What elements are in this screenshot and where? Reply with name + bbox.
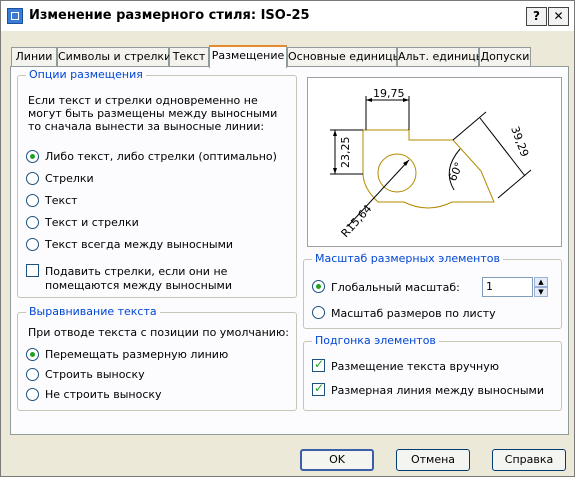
preview-label-right: 39,29 [508,125,531,159]
radio-layout-scale[interactable] [312,306,325,319]
window-title: Изменение размерного стиля: ISO-25 [29,8,310,23]
dim-line-between-label[interactable]: Размерная линия между выносными [331,384,544,397]
preview-label-radius: R15,64 [339,202,375,240]
radio-label-either[interactable]: Либо текст, либо стрелки (оптимально) [45,150,277,163]
preview-label-top: 19,75 [373,87,405,100]
fit-options-title: Опции размещения [26,68,146,81]
preview-label-left: 23,25 [339,137,352,169]
preview-arrow-left-bottom [333,168,337,174]
app-icon [7,8,23,24]
preview-ext-line-right-bottom [497,169,532,199]
radio-label-build-leader[interactable]: Строить выноску [45,368,145,381]
radio-text-and-arrows[interactable] [26,216,39,229]
radio-move-dim-line[interactable] [26,348,39,361]
preview-label-angle: 60° [446,160,466,183]
global-scale-input[interactable]: 1 [482,277,533,297]
text-placement-description: При отводе текста с позиции по умолчанию… [28,326,289,339]
manual-text-placement-checkbox[interactable] [312,357,325,372]
tab-lines[interactable]: Линии [11,47,57,66]
radio-no-leader[interactable] [26,388,39,401]
radio-label-arrows[interactable]: Стрелки [45,172,94,185]
preview-drawing: 19,75 23,25 39,29 60° R15,64 [330,87,532,240]
radio-label-text-and-arrows[interactable]: Текст и стрелки [45,216,139,229]
fit-description-line3: то сначала вынести за выносные линии: [28,120,265,133]
scale-group: Масштаб размерных элементов Глобальный м… [303,252,562,329]
radio-arrows[interactable] [26,172,39,185]
fit-description-line2: могут быть размещены между выносными [28,107,278,120]
radio-label-layout-scale[interactable]: Масштаб размеров по листу [331,307,496,320]
fine-tuning-title: Подгонка элементов [312,334,439,347]
text-placement-title: Выравнивание текста [26,305,160,318]
fine-tuning-group: Подгонка элементов Размещение текста вру… [303,334,562,411]
radio-text-always-between[interactable] [26,238,39,251]
help-button[interactable]: ? [526,7,547,26]
dim-line-between-checkbox[interactable] [312,381,325,396]
radio-text[interactable] [26,194,39,207]
radio-either-text-or-arrows[interactable] [26,150,39,163]
radio-label-text[interactable]: Текст [45,194,78,207]
spin-up-button[interactable]: ▲ [534,277,548,287]
preview-arrow-top-left [366,98,372,102]
preview-arrow-left-top [333,130,337,136]
radio-build-leader[interactable] [26,368,39,381]
radio-global-scale[interactable] [312,280,325,293]
tab-fit[interactable]: Размещение [209,45,287,68]
close-button[interactable]: ✕ [548,7,569,26]
radio-label-no-leader[interactable]: Не строить выноску [45,388,162,401]
radio-label-global-scale[interactable]: Глобальный масштаб: [331,281,460,294]
preview-ext-line-right-top [452,111,487,141]
radio-label-always-between[interactable]: Текст всегда между выносными [45,238,233,251]
help-dialog-button[interactable]: Справка [492,449,566,471]
scale-title: Масштаб размерных элементов [312,252,503,265]
fit-description-line1: Если текст и стрелки одновременно не [28,94,258,107]
tab-tolerances[interactable]: Допуски [479,47,531,66]
manual-text-placement-label[interactable]: Размещение текста вручную [331,360,499,373]
radio-label-move-dim-line[interactable]: Перемещать размерную линию [45,348,228,361]
cancel-button[interactable]: Отмена [396,449,470,471]
suppress-arrows-label-line2[interactable]: помещаются между выносными [45,279,232,292]
tab-panel: Опции размещения Если текст и стрелки од… [10,66,569,435]
tab-alternate-units[interactable]: Альт. единицы [397,47,484,66]
tab-symbols-arrows[interactable]: Символы и стрелки [57,47,171,66]
preview-image: 19,75 23,25 39,29 60° R15,64 [307,77,562,247]
spin-down-button[interactable]: ▼ [534,287,548,297]
tab-text[interactable]: Текст [169,47,209,66]
ok-button[interactable]: OK [300,449,374,471]
preview-part-outline [362,129,495,209]
tab-primary-units[interactable]: Основные единицы [287,47,401,66]
dialog-window: Изменение размерного стиля: ISO-25 ? ✕ Л… [0,0,575,477]
fit-options-group: Опции размещения Если текст и стрелки од… [17,68,297,298]
title-bar[interactable]: Изменение размерного стиля: ISO-25 ? ✕ [1,1,574,31]
text-placement-group: Выравнивание текста При отводе текста с … [17,305,297,411]
suppress-arrows-checkbox[interactable] [26,264,39,277]
suppress-arrows-label-line1[interactable]: Подавить стрелки, если они не [45,265,227,278]
